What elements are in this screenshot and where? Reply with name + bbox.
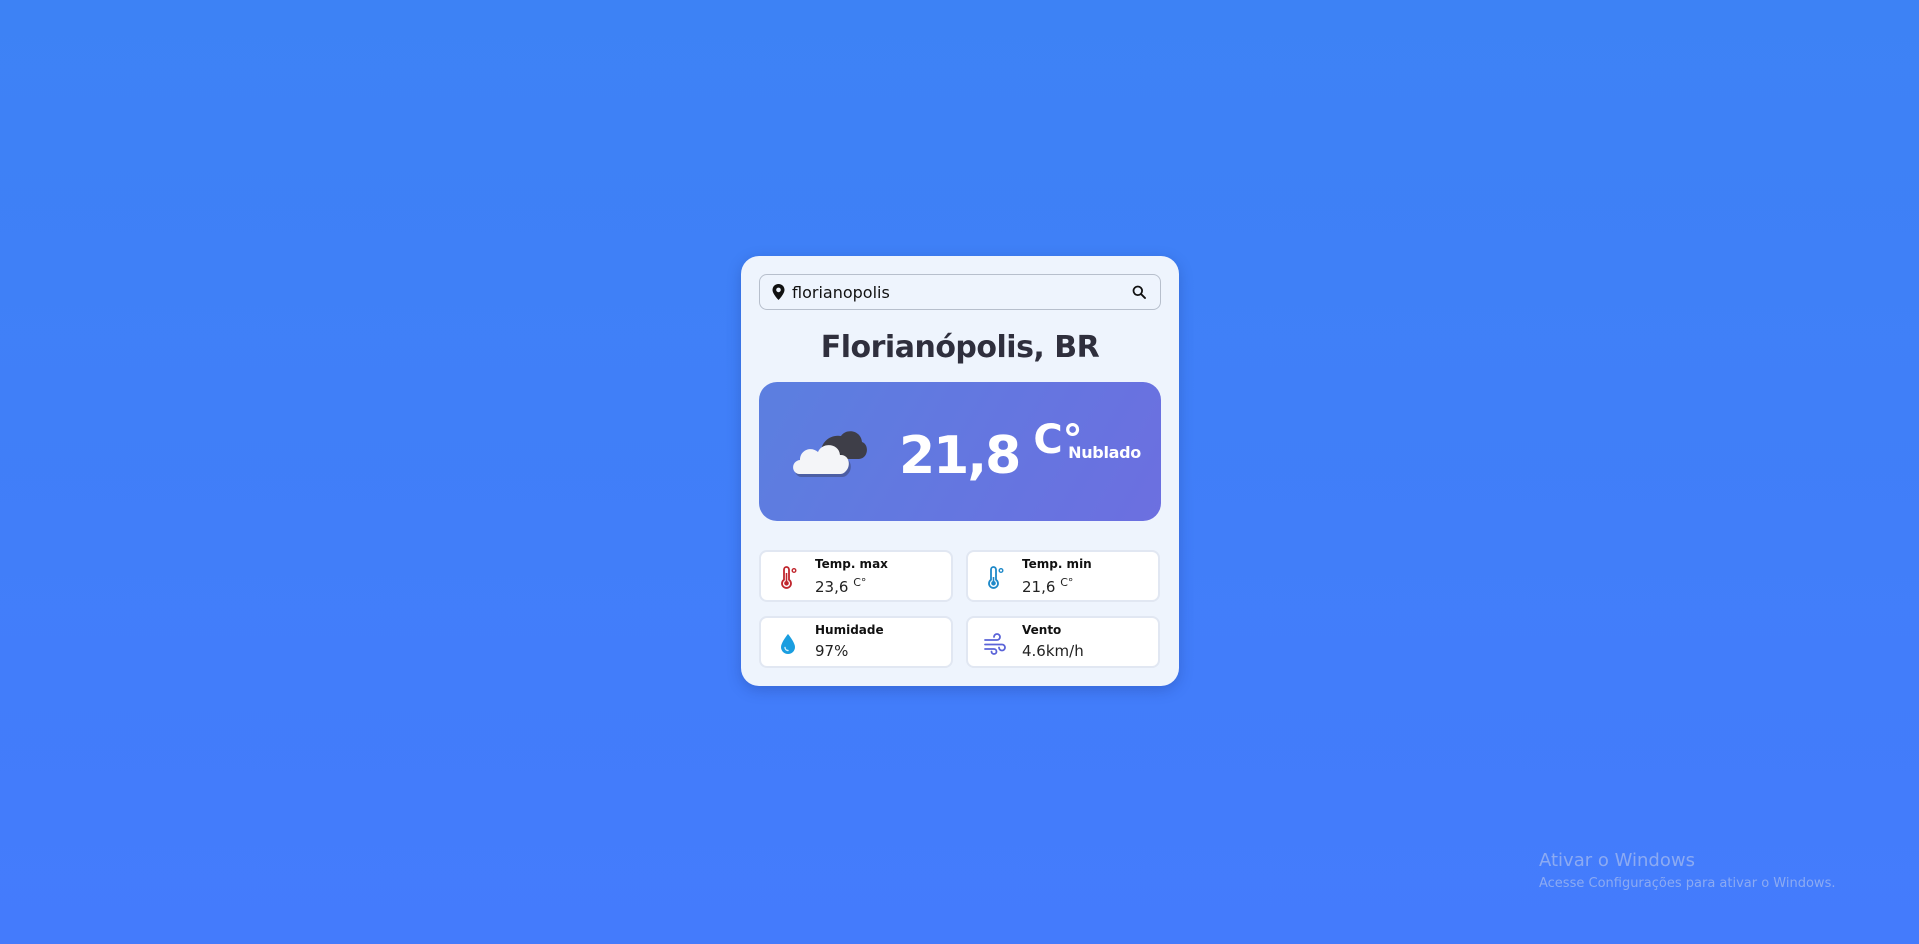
stat-value: 21,6 C° [1022, 576, 1074, 596]
watermark-title: Ativar o Windows [1539, 850, 1695, 871]
thermometer-hot-icon [775, 565, 801, 591]
temperature-display: 21,8 C° [899, 420, 1083, 482]
wind-icon [982, 631, 1008, 657]
stat-label: Temp. min [1022, 557, 1092, 571]
stat-value: 4.6km/h [1022, 642, 1084, 660]
city-title: Florianópolis, BR [820, 330, 1100, 365]
location-pin-icon [772, 284, 786, 300]
stat-humidity: Humidade 97% [759, 616, 953, 668]
stat-temp-max: Temp. max 23,6 C° [759, 550, 953, 602]
water-drop-icon [775, 631, 801, 657]
stat-label: Vento [1022, 623, 1062, 637]
current-temperature: 21,8 [899, 426, 1021, 486]
cloud-icon [791, 426, 867, 482]
search-input[interactable] [792, 277, 1122, 307]
weather-condition: Nublado [1068, 443, 1141, 462]
search-icon[interactable] [1132, 284, 1148, 300]
search-bar [759, 274, 1161, 310]
stat-label: Temp. max [815, 557, 888, 571]
windows-activation-watermark: Ativar o Windows Acesse Configurações pa… [1539, 850, 1835, 894]
weather-card: Florianópolis, BR 21,8 C° Nublado [741, 256, 1179, 686]
stat-value: 23,6 C° [815, 576, 867, 596]
stat-label: Humidade [815, 623, 884, 637]
thermometer-cold-icon [982, 565, 1008, 591]
stat-wind: Vento 4.6km/h [966, 616, 1160, 668]
current-weather-panel: 21,8 C° Nublado [759, 382, 1161, 521]
stat-value: 97% [815, 642, 849, 660]
watermark-subtitle: Acesse Configurações para ativar o Windo… [1539, 876, 1836, 891]
stat-temp-min: Temp. min 21,6 C° [966, 550, 1160, 602]
